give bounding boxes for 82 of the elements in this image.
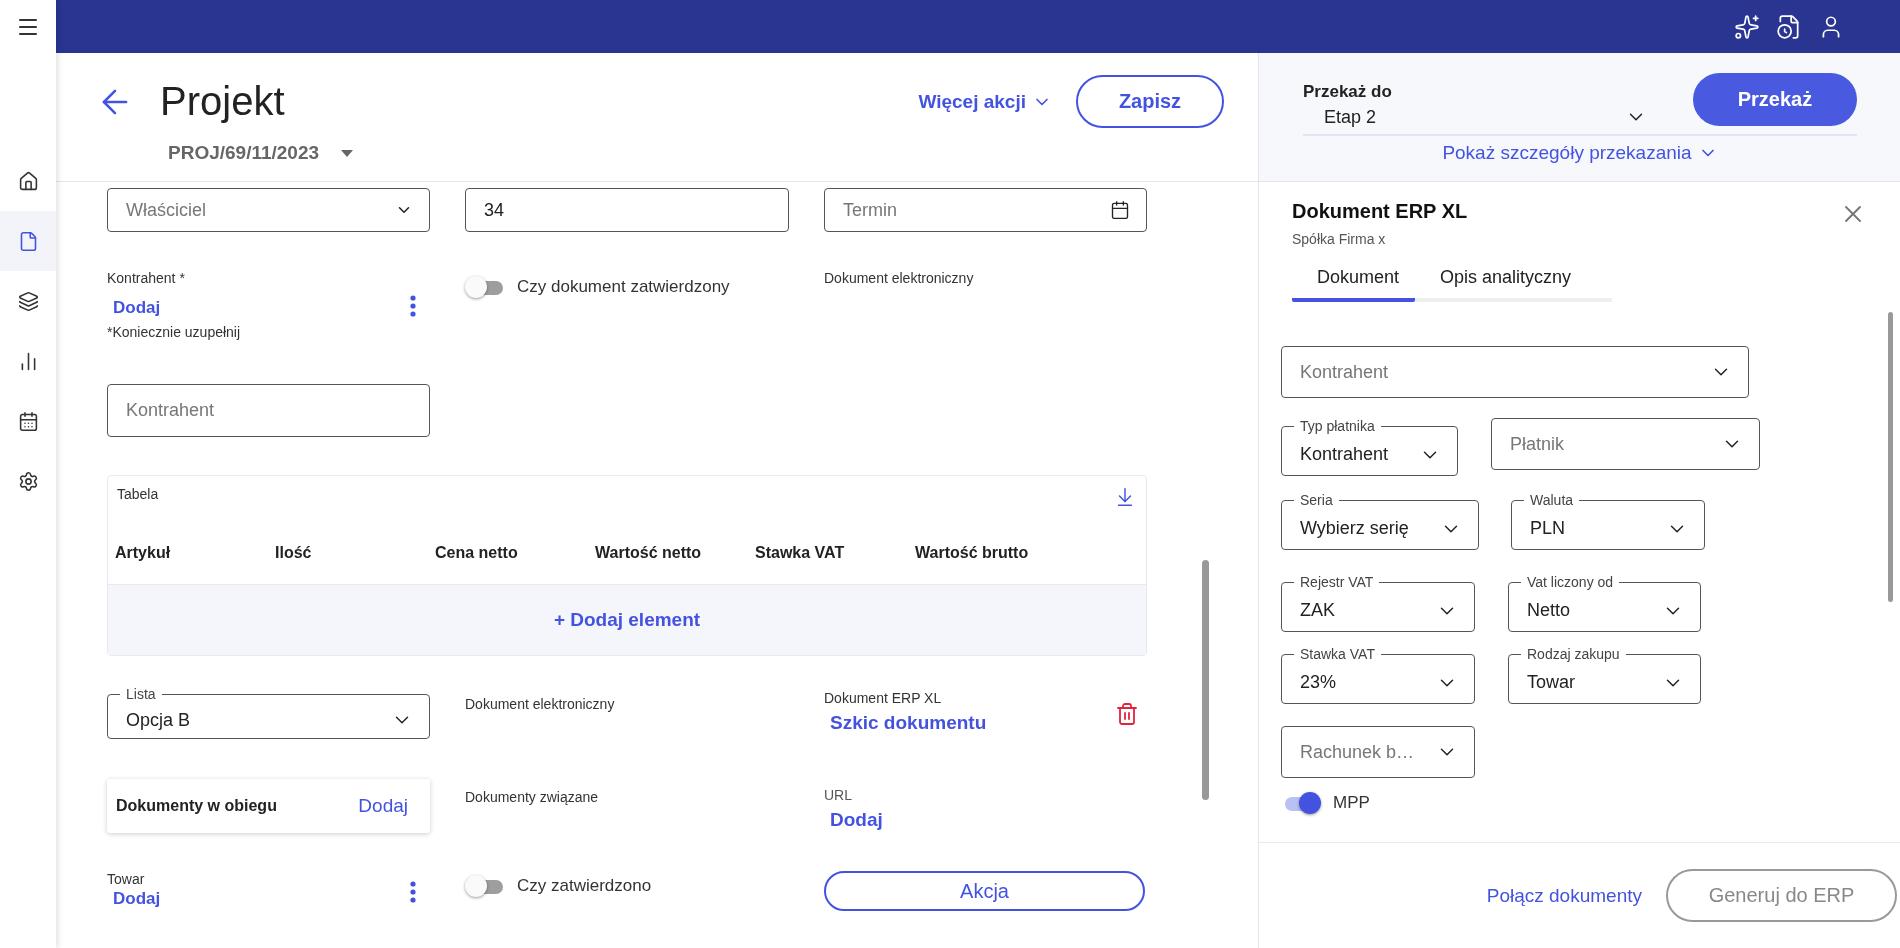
calendar-icon <box>1110 200 1130 220</box>
document-clock-button[interactable] <box>1776 13 1802 40</box>
select-field[interactable]: Typ płatnika Kontrahent <box>1281 418 1458 476</box>
select-field[interactable]: Rachunek b… <box>1281 726 1475 778</box>
column-header: Cena netto <box>435 544 519 562</box>
scrollbar-thumb[interactable] <box>1202 560 1209 800</box>
field-label: Vat liczony od <box>1526 574 1615 590</box>
date-field[interactable]: Termin <box>824 188 1147 232</box>
calendar-icon <box>17 410 39 432</box>
action-button[interactable]: Akcja <box>824 871 1145 911</box>
layers-icon <box>17 290 39 312</box>
stage-select[interactable]: Etap 2 <box>1303 106 1653 134</box>
more-actions-button[interactable]: Więcej akcji <box>918 75 1052 128</box>
select-field[interactable]: Lista Opcja B <box>107 686 430 739</box>
field-label: Towar <box>107 871 145 887</box>
field-label: Przekaż do <box>1303 82 1392 102</box>
select-field[interactable]: Waluta PLN <box>1511 492 1705 550</box>
page-title: Projekt <box>160 79 285 124</box>
document-clock-icon <box>1776 13 1802 40</box>
toggle-switch[interactable] <box>465 276 505 298</box>
caret-icon <box>341 149 354 157</box>
connect-documents-link[interactable]: Połącz dokumenty <box>1486 884 1642 907</box>
add-link[interactable]: Dodaj <box>113 298 161 318</box>
document-number-dropdown[interactable]: PROJ/69/11/2023 <box>168 142 354 164</box>
column-header: Wartość netto <box>595 544 703 562</box>
field-label: Typ płatnika <box>1299 418 1376 434</box>
input-field[interactable]: 34 <box>465 188 789 232</box>
sparkles-button[interactable] <box>1734 13 1760 40</box>
field-label: Waluta <box>1529 492 1575 508</box>
more-options-button[interactable] <box>410 881 416 903</box>
field-label: Dokument elektroniczny <box>465 696 616 712</box>
select-field[interactable]: Płatnik <box>1491 418 1760 470</box>
select-field[interactable]: Vat liczony od Netto <box>1508 574 1701 632</box>
tab[interactable]: Dokument <box>1292 267 1416 302</box>
trash-icon <box>1115 702 1139 726</box>
field-label: Seria <box>1299 492 1334 508</box>
required-hint: *Koniecznie uzupełnij <box>107 324 241 340</box>
kebab-icon <box>410 295 416 317</box>
toggle-label: Czy zatwierdzono <box>517 876 652 896</box>
transfer-details-link[interactable]: Pokaż szczegóły przekazania <box>1442 142 1718 164</box>
document-link[interactable]: Szkic dokumentu <box>830 712 987 734</box>
toggle-label: Czy dokument zatwierdzony <box>517 277 730 297</box>
field-label: URL <box>824 787 852 803</box>
field-label: Stawka VAT <box>1299 646 1376 662</box>
panel-title: Dokument ERP XL <box>1292 200 1468 223</box>
column-header: Artykuł <box>115 544 172 562</box>
field-label: Dokument ERP XL <box>824 690 942 706</box>
add-link[interactable]: Dodaj <box>113 889 161 909</box>
toggle-label: MPP <box>1333 793 1370 813</box>
select-field[interactable]: Rejestr VAT ZAK <box>1281 574 1475 632</box>
select-field[interactable]: Właściciel <box>107 188 430 232</box>
home-icon <box>17 170 39 192</box>
column-header: Ilość <box>275 544 313 562</box>
field-label: Dokumenty związane <box>465 789 600 805</box>
table-title: Tabela <box>117 486 159 504</box>
panel-subtitle: Spółka Firma x <box>1292 231 1386 247</box>
field-label: Rodzaj zakupu <box>1526 646 1621 662</box>
settings-icon <box>17 470 39 492</box>
transfer-button[interactable]: Przekaż <box>1693 73 1857 126</box>
delete-button[interactable] <box>1115 702 1139 726</box>
select-field[interactable]: Seria Wybierz serię <box>1281 492 1479 550</box>
field-label: Dokument elektroniczny <box>824 270 975 286</box>
scrollbar-thumb[interactable] <box>1888 312 1893 602</box>
more-options-button[interactable] <box>410 295 416 317</box>
column-header: Stawka VAT <box>755 544 846 562</box>
column-header: Wartość brutto <box>915 544 1030 562</box>
input-field[interactable]: Kontrahent <box>107 384 430 437</box>
select-field[interactable]: Stawka VAT 23% <box>1281 646 1475 704</box>
field-label: Rejestr VAT <box>1299 574 1375 590</box>
field-label: Lista <box>125 686 157 702</box>
add-link[interactable]: Dodaj <box>358 795 408 817</box>
field-label: Kontrahent * <box>107 270 185 286</box>
add-link[interactable]: Dodaj <box>830 809 883 831</box>
card-label: Dokumenty w obiegu <box>116 797 277 815</box>
kebab-icon <box>410 881 416 903</box>
select-field[interactable]: Rodzaj zakupu Towar <box>1508 646 1701 704</box>
select-field[interactable]: Kontrahent <box>1281 346 1749 398</box>
tab[interactable]: Opis analityczny <box>1415 267 1588 302</box>
toggle-switch[interactable] <box>465 875 505 897</box>
add-element-button[interactable]: + Dodaj element <box>553 609 701 631</box>
sparkles-icon <box>1734 13 1760 40</box>
save-button[interactable]: Zapisz <box>1076 75 1224 128</box>
